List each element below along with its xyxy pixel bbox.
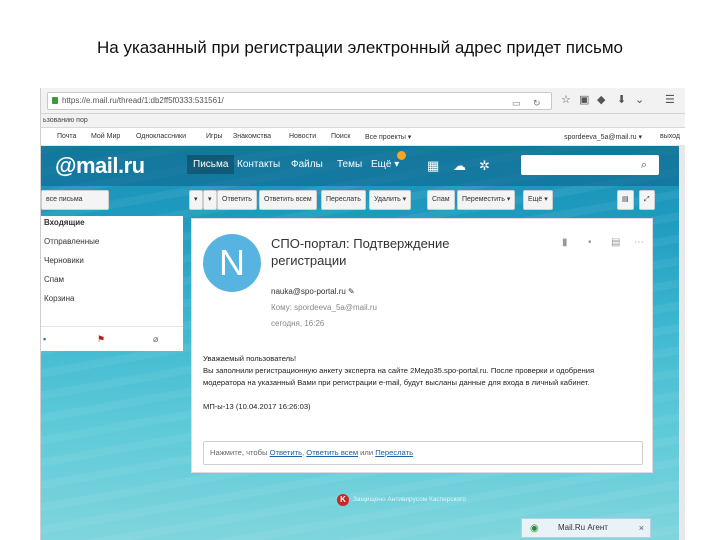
body-line: модератора на указанный Вами при регистр… [203,378,590,387]
browser-toolbar: https://e.mail.ru/thread/1:db2ff5f0333:5… [41,88,685,114]
message-body: Уважаемый пользователь! Вы заполнили рег… [203,353,645,413]
lock-icon [52,97,58,104]
prev-button[interactable]: ▾ [189,190,203,210]
notification-badge [397,151,406,160]
portal-nav: Почта Мой Мир Одноклассники Игры Знакомс… [41,128,685,146]
portal-link-ok[interactable]: Одноклассники [136,133,186,140]
browser-screenshot: https://e.mail.ru/thread/1:db2ff5f0333:5… [40,88,685,540]
sender-avatar: N [203,234,261,292]
print-icon[interactable]: ▤ [617,190,634,210]
games-icon[interactable]: ✲ [479,158,490,174]
scrollbar[interactable] [679,146,685,540]
message-date: сегодня, 16:26 [271,319,325,328]
download-icon[interactable]: ⬇ [617,93,626,107]
star-icon[interactable]: ☆ [561,93,571,107]
folder-list: Входящие Отправленные Черновики Спам Кор… [41,216,183,351]
slide: На указанный при регистрации электронный… [0,0,720,540]
portal-link-search[interactable]: Поиск [331,133,350,140]
body-line: Уважаемый пользователь! [203,354,297,363]
paperclip-icon[interactable]: ⌀ [153,334,158,345]
reply-button[interactable]: Ответить [217,190,257,210]
fullscreen-icon[interactable]: ⤢ [639,190,655,210]
portal-link-myworld[interactable]: Мой Мир [91,133,120,140]
agent-icon: ◉ [530,523,539,534]
tab-themes[interactable]: Темы [337,159,362,170]
delete-button[interactable]: Удалить ▾ [369,190,412,210]
forward-button[interactable]: Переслать [321,190,366,210]
message-subject: СПО-портал: Подтверждение регистрации [271,236,450,268]
body-line: МП-ы-13 (10.04.2017 16:26:03) [203,402,311,411]
move-button[interactable]: Переместить ▾ [457,190,516,210]
close-icon[interactable]: × [639,519,644,537]
reply-prompt: Нажмите, чтобы [210,448,270,457]
reload-icon[interactable]: ↻ [533,95,541,111]
kaspersky-icon: K [337,494,349,506]
reply-all-link[interactable]: Ответить всем [306,448,358,457]
body-line [203,389,645,401]
reader-icon[interactable]: ▭ [512,95,521,111]
portal-link-mail[interactable]: Почта [57,133,76,140]
agent-label: Mail.Ru Агент [558,523,608,532]
tab-contacts[interactable]: Контакты [237,159,280,170]
calendar-icon[interactable]: ▦ [427,158,439,174]
body-line: Вы заполнили регистрационную анкету эксп… [203,366,595,375]
more-actions-icon[interactable]: ⋯ [634,237,644,248]
kaspersky-notice[interactable]: Защищено Антивирусом Касперского [353,496,466,503]
tab-letters[interactable]: Письма [187,155,235,174]
sidebar-footer: ▪ ⚑ ⌀ [41,326,183,351]
reply-or: или [358,448,376,457]
back-to-list-button[interactable]: все письма [41,190,109,210]
portal-link-projects[interactable]: Все проекты ▾ [365,133,411,141]
square-icon[interactable]: ▪ [43,334,46,344]
folder-drafts[interactable]: Черновики [44,256,84,265]
pocket-icon[interactable]: ◆ [597,93,605,107]
address-bar[interactable]: https://e.mail.ru/thread/1:db2ff5f0333:5… [47,92,552,110]
mailru-logo[interactable]: @mail.ru [55,153,145,179]
bookmark-flag-icon[interactable]: ▮ [562,237,568,248]
message-toolbar: все письма ▾ ▾ Ответить Ответить всем Пе… [41,190,685,212]
mail-header: @mail.ru Письма Контакты Файлы Темы Ещё … [41,146,685,186]
url-text: https://e.mail.ru/thread/1:db2ff5f0333:5… [62,96,224,105]
unread-dot-icon[interactable]: • [588,237,592,248]
folder-spam[interactable]: Спам [44,275,64,284]
message-to: Кому: spordeeva_5a@mail.ru [271,303,377,312]
slide-title: На указанный при регистрации электронный… [96,38,624,57]
print-message-icon[interactable]: ▤ [611,237,620,248]
portal-link-dating[interactable]: Знакомства [233,133,271,140]
cloud-icon[interactable]: ☁ [453,158,466,174]
tab-more[interactable]: Ещё ▾ [371,159,399,170]
bookmarks-bar: ьзованию пор [41,114,685,128]
forward-link[interactable]: Переслать [375,448,413,457]
flag-icon[interactable]: ⚑ [97,334,105,345]
menu-icon[interactable]: ☰ [665,93,675,107]
reply-link[interactable]: Ответить [270,448,302,457]
folder-trash[interactable]: Корзина [44,294,74,303]
folder-inbox[interactable]: Входящие [44,218,85,227]
more-button[interactable]: Ещё ▾ [523,190,553,210]
quick-reply-box[interactable]: Нажмите, чтобы Ответить, Ответить всем и… [203,441,643,465]
chevron-down-icon[interactable]: ⌄ [635,93,644,107]
portal-link-news[interactable]: Новости [289,133,316,140]
next-button[interactable]: ▾ [203,190,217,210]
logout-link[interactable]: выход [660,133,680,140]
search-icon[interactable]: ⌕ [629,155,659,175]
bookmark-icon[interactable]: ▣ [579,93,589,107]
message-view: N СПО-портал: Подтверждение регистрации … [191,218,653,473]
bookmark-item[interactable]: ьзованию пор [43,117,88,124]
mail-agent-bar[interactable]: ◉ Mail.Ru Агент × [521,518,651,538]
user-email[interactable]: spordeeva_5a@mail.ru ▾ [564,133,642,141]
spam-button[interactable]: Спам [427,190,455,210]
message-from[interactable]: nauka@spo-portal.ru ✎ [271,287,355,296]
tab-files[interactable]: Файлы [291,159,323,170]
reply-all-button[interactable]: Ответить всем [259,190,317,210]
portal-link-games[interactable]: Игры [206,133,223,140]
folder-sent[interactable]: Отправленные [44,237,99,246]
